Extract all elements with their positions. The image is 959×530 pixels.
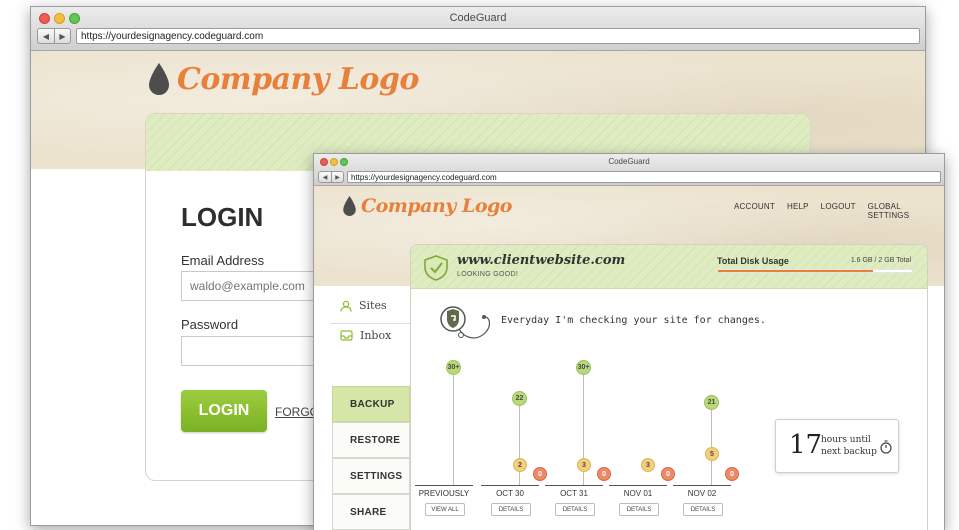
tab-restore[interactable]: RESTORE [332, 422, 410, 458]
details-button[interactable]: DETAILS [683, 503, 723, 516]
timeline-stick [519, 399, 520, 485]
forward-arrow-icon[interactable]: ▶ [54, 29, 70, 43]
changed-files-bubble[interactable]: 5 [705, 447, 719, 461]
front-browser-window: CodeGuard ◀ ▶ https://yourdesignagency.c… [313, 153, 945, 530]
inbox-icon [340, 330, 353, 341]
sidebar-item-sites[interactable]: Sites [340, 299, 387, 312]
logo-text: Company Logo [361, 195, 512, 217]
timeline-date-label: PREVIOUSLY [418, 489, 470, 498]
back-window-titlebar: CodeGuard ◀ ▶ https://yourdesignagency.c… [31, 7, 925, 51]
changed-files-bubble[interactable]: 3 [641, 458, 655, 472]
details-button[interactable]: DETAILS [555, 503, 595, 516]
front-logo: Company Logo [342, 192, 512, 220]
tab-settings[interactable]: SETTINGS [332, 458, 410, 494]
changed-files-bubble[interactable]: 3 [577, 458, 591, 472]
tab-backup[interactable]: BACKUP [332, 386, 410, 422]
sidebar-item-label: Sites [359, 299, 387, 312]
tab-share[interactable]: SHARE [332, 494, 410, 530]
changed-files-bubble[interactable]: 2 [513, 458, 527, 472]
added-files-bubble[interactable]: 30+ [446, 360, 461, 375]
stopwatch-icon [880, 440, 892, 454]
deleted-files-bubble[interactable]: 0 [597, 467, 611, 481]
sidebar-item-label: Inbox [360, 329, 392, 342]
timeline-baseline [481, 485, 539, 486]
address-bar[interactable]: https://yourdesignagency.codeguard.com [76, 28, 920, 44]
backup-timeline: 30+ PREVIOUSLY VIEW ALL 22 2 0 OCT 30 DETAILS 30… [411, 245, 927, 530]
details-button[interactable]: DETAILS [619, 503, 659, 516]
timeline-baseline [673, 485, 731, 486]
timeline-stick [453, 368, 454, 485]
timeline-baseline [545, 485, 603, 486]
login-button[interactable]: LOGIN [181, 390, 267, 432]
site-panel: www.clientwebsite.com LOOKING GOOD! Tota… [410, 244, 928, 530]
deleted-files-bubble[interactable]: 0 [661, 467, 675, 481]
nav-logout[interactable]: LOGOUT [821, 202, 856, 220]
nav-help[interactable]: HELP [787, 202, 809, 220]
front-window-titlebar: CodeGuard ◀ ▶ https://yourdesignagency.c… [314, 154, 944, 186]
forward-arrow-icon[interactable]: ▶ [331, 172, 343, 182]
address-bar[interactable]: https://yourdesignagency.codeguard.com [347, 171, 941, 183]
timeline-date-label: OCT 30 [496, 489, 524, 498]
sidebar-divider [330, 323, 410, 324]
next-backup-text-line2: next backup [821, 447, 877, 457]
added-files-bubble[interactable]: 22 [512, 391, 527, 406]
timeline-date-label: NOV 02 [687, 489, 717, 498]
sidebar-item-inbox[interactable]: Inbox [340, 329, 391, 342]
email-label: Email Address [181, 253, 265, 268]
timeline-date-label: OCT 31 [560, 489, 588, 498]
added-files-bubble[interactable]: 21 [704, 395, 719, 410]
history-nav: ◀ ▶ [318, 171, 344, 183]
nav-global-settings[interactable]: GLOBAL SETTINGS [868, 202, 944, 220]
added-files-bubble[interactable]: 30+ [576, 360, 591, 375]
password-label: Password [181, 317, 239, 332]
drop-logo-icon [343, 196, 356, 216]
back-arrow-icon[interactable]: ◀ [319, 172, 331, 182]
window-title: CodeGuard [449, 12, 507, 24]
view-all-button[interactable]: VIEW ALL [425, 503, 465, 516]
history-nav: ◀ ▶ [37, 28, 71, 44]
timeline-date-label: NOV 01 [623, 489, 653, 498]
deleted-files-bubble[interactable]: 0 [725, 467, 739, 481]
timeline-stick [711, 403, 712, 485]
timeline-baseline [415, 485, 473, 486]
back-arrow-icon[interactable]: ◀ [38, 29, 54, 43]
next-backup-box: 17 hours until next backup [775, 419, 899, 473]
deleted-files-bubble[interactable]: 0 [533, 467, 547, 481]
window-title: CodeGuard [608, 157, 650, 166]
next-backup-hours: 17 [789, 430, 823, 460]
user-icon [340, 300, 352, 312]
timeline-baseline [609, 485, 667, 486]
drop-logo-icon [149, 63, 169, 95]
login-heading: LOGIN [181, 202, 264, 232]
back-logo: Company Logo [147, 59, 419, 99]
nav-account[interactable]: ACCOUNT [734, 202, 775, 220]
next-backup-text-line1: hours until [821, 435, 871, 445]
logo-text: Company Logo [177, 61, 419, 97]
details-button[interactable]: DETAILS [491, 503, 531, 516]
top-nav: ACCOUNT HELP LOGOUT GLOBAL SETTINGS [734, 202, 944, 220]
